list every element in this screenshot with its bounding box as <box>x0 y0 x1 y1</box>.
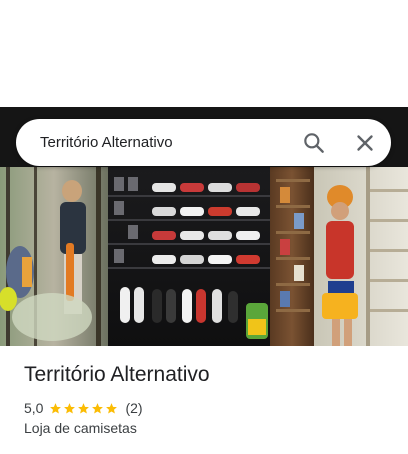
star-rating <box>49 402 119 415</box>
rating-value: 5,0 <box>24 400 44 416</box>
search-input[interactable]: Território Alternativo <box>40 119 173 166</box>
star-icon <box>92 402 104 414</box>
close-icon[interactable] <box>352 130 378 156</box>
search-bar[interactable]: Território Alternativo <box>16 119 391 166</box>
review-count[interactable]: (2) <box>125 400 142 416</box>
star-icon <box>106 402 118 414</box>
place-category: Loja de camisetas <box>24 420 137 436</box>
rating-row[interactable]: 5,0 (2) <box>24 398 143 418</box>
star-icon <box>78 402 90 414</box>
place-name: Território Alternativo <box>24 363 210 386</box>
top-blank-area <box>0 0 408 107</box>
star-icon <box>64 402 76 414</box>
star-icon <box>50 402 62 414</box>
search-icon[interactable] <box>301 130 327 156</box>
